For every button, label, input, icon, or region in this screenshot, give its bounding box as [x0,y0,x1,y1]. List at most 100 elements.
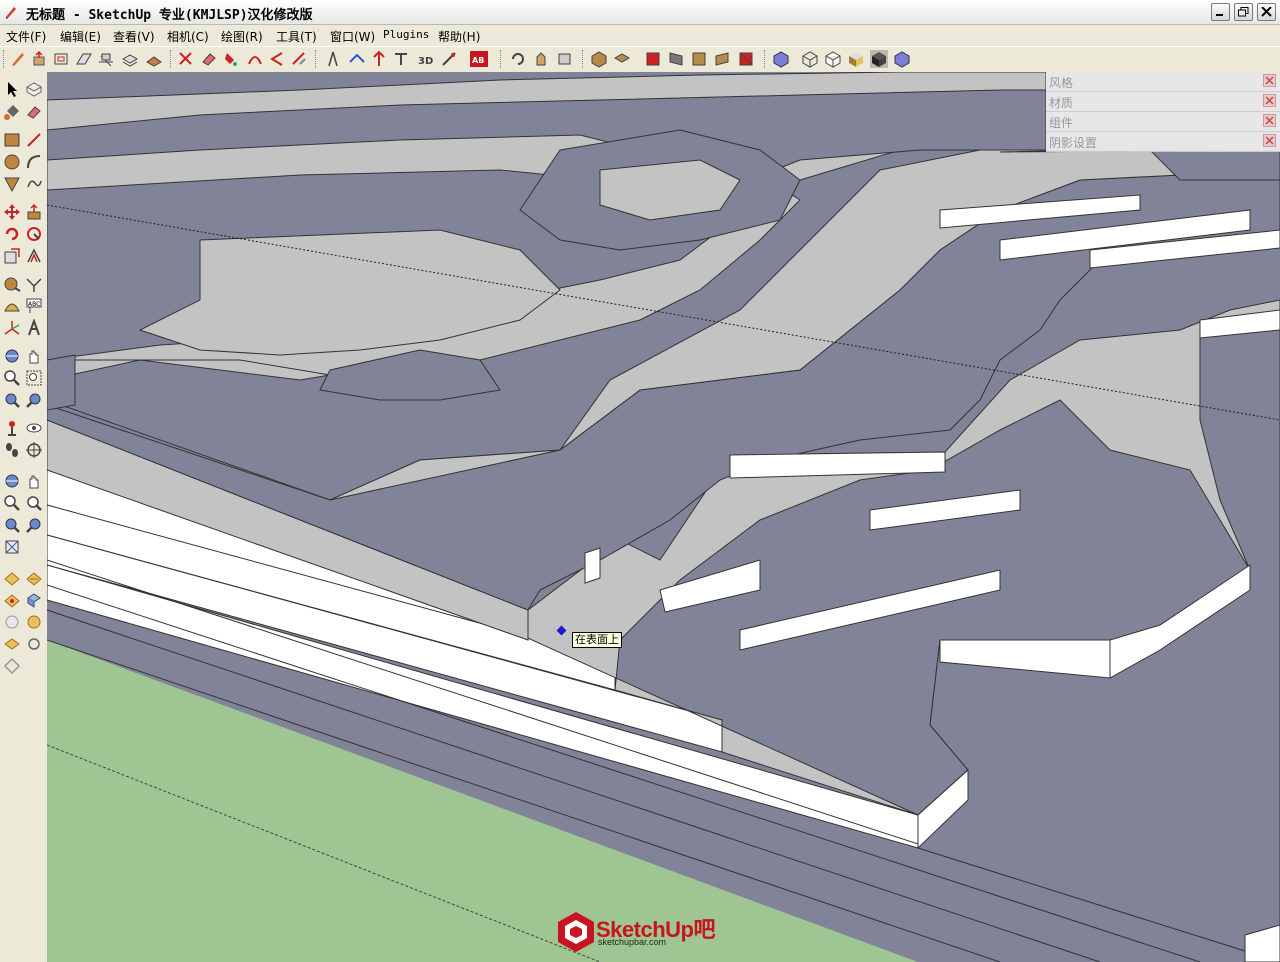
tray-materials-close-button[interactable] [1263,94,1276,107]
sandbox-scratch-icon[interactable] [25,569,43,587]
protractor-tool-icon[interactable] [370,50,388,68]
tray-styles-close-button[interactable] [1263,74,1276,87]
tray-styles[interactable]: 风格 [1046,72,1280,92]
view-back-icon[interactable] [690,50,708,68]
intersect-icon[interactable] [97,50,115,68]
tray-components-close-button[interactable] [1263,114,1276,127]
tray-shadows[interactable]: 阴影设置 [1046,132,1280,152]
menu-help[interactable]: 帮助(H) [438,28,480,45]
circle-tool-icon[interactable] [3,153,21,171]
tray-components[interactable]: 组件 [1046,112,1280,132]
zoom-tool-icon[interactable] [3,369,21,387]
sketchup-app-icon[interactable] [4,5,18,19]
zoom-selection-icon[interactable] [3,538,21,556]
view-right-icon[interactable] [667,50,685,68]
stamp-icon[interactable] [25,591,43,609]
wireframe-icon[interactable] [801,50,819,68]
layers-stack-icon[interactable] [121,50,139,68]
sandbox-icon[interactable] [145,50,163,68]
orbit-icon[interactable] [509,50,527,68]
view-iso-icon[interactable] [590,50,608,68]
sandbox-contours-icon[interactable] [3,569,21,587]
tape-measure-tool-icon[interactable] [3,275,21,293]
text-tool-icon[interactable] [392,50,410,68]
close-button[interactable] [1257,3,1276,21]
monochrome-icon[interactable] [893,50,911,68]
drape-icon[interactable] [3,613,21,631]
smoove-icon[interactable] [3,591,21,609]
pan-hand-icon[interactable] [25,347,43,365]
freehand-icon[interactable] [290,50,308,68]
xray-icon[interactable] [772,50,790,68]
hidden-line-icon[interactable] [824,50,842,68]
previous-view-icon[interactable] [25,391,43,409]
ruby-plugin-icon[interactable]: AB [469,50,489,68]
section-plane-tool-icon[interactable] [25,441,43,459]
zoom-window-alt-icon[interactable] [25,494,43,512]
view-bottom-icon[interactable] [737,50,755,68]
eraser-icon[interactable] [200,50,218,68]
zoom-extents-alt-icon[interactable] [3,516,21,534]
orbit-tool-icon[interactable] [3,347,21,365]
zoom-extents-icon[interactable] [556,50,574,68]
push-pull-tool-icon[interactable] [25,203,43,221]
toolbar-grip[interactable] [315,50,319,68]
line-tool-icon[interactable] [25,131,43,149]
select-arrow-icon[interactable] [3,80,21,98]
position-camera-icon[interactable] [3,419,21,437]
rectangle-tool-icon[interactable] [3,131,21,149]
scale-tool-icon[interactable] [3,247,21,265]
menu-file[interactable]: 文件(F) [6,28,46,45]
3d-text-icon[interactable]: 3D [416,50,434,68]
toolbar-grip[interactable] [764,50,768,68]
select-tool-icon[interactable] [177,50,195,68]
draw-toolbar-icon[interactable] [9,50,27,68]
pan-icon[interactable] [532,50,550,68]
walk-icon[interactable] [3,441,21,459]
menu-draw[interactable]: 绘图(R) [221,28,263,45]
view-left-icon[interactable] [713,50,731,68]
model-viewport[interactable] [47,72,1280,962]
protractor-icon[interactable] [268,50,286,68]
polygon-tool-icon[interactable] [3,175,21,193]
menu-window[interactable]: 窗口(W) [330,28,375,45]
offset-icon[interactable] [53,50,71,68]
follow-me-icon[interactable] [75,50,93,68]
arc-draw-icon[interactable] [25,153,43,171]
menu-tools[interactable]: 工具(T) [276,28,317,45]
shaded-icon[interactable] [847,50,865,68]
offset-tool-icon[interactable] [25,247,43,265]
menu-edit[interactable]: 编辑(E) [60,28,101,45]
axes-tool-icon[interactable] [3,319,21,337]
menu-view[interactable]: 查看(V) [113,28,155,45]
orbit-alt-icon[interactable] [3,472,21,490]
rotate-tool-icon[interactable] [3,225,21,243]
dimension-icon[interactable] [348,50,366,68]
push-pull-icon[interactable] [31,50,49,68]
zoom-extents-tool-icon[interactable] [3,391,21,409]
tray-materials[interactable]: 材质 [1046,92,1280,112]
menu-plugins[interactable]: Plugins [383,28,429,41]
toolbar-grip[interactable] [3,50,7,68]
arc-tool-icon[interactable] [246,50,264,68]
view-front-icon[interactable] [644,50,662,68]
tray-shadows-close-button[interactable] [1263,134,1276,147]
paint-tool-icon[interactable] [222,50,240,68]
toolbar-grip[interactable] [500,50,504,68]
move-tool-icon[interactable] [3,203,21,221]
zoom-alt-icon[interactable] [3,494,21,512]
restore-button[interactable] [1234,3,1253,21]
view-top-icon[interactable] [613,50,631,68]
follow-me-tool-icon[interactable] [25,225,43,243]
dimension-tool-icon[interactable] [25,275,43,293]
toolbar-grip[interactable] [582,50,586,68]
previous-alt-icon[interactable] [25,516,43,534]
paint-bucket-icon[interactable] [3,103,21,121]
zoom-window-icon[interactable] [25,369,43,387]
pan-alt-icon[interactable] [25,472,43,490]
shaded-textures-icon[interactable] [870,50,888,68]
section-plane-icon[interactable] [440,50,458,68]
toolbar-grip[interactable] [170,50,174,68]
flip-edge-icon[interactable] [3,635,21,653]
minimize-button[interactable] [1211,3,1230,21]
